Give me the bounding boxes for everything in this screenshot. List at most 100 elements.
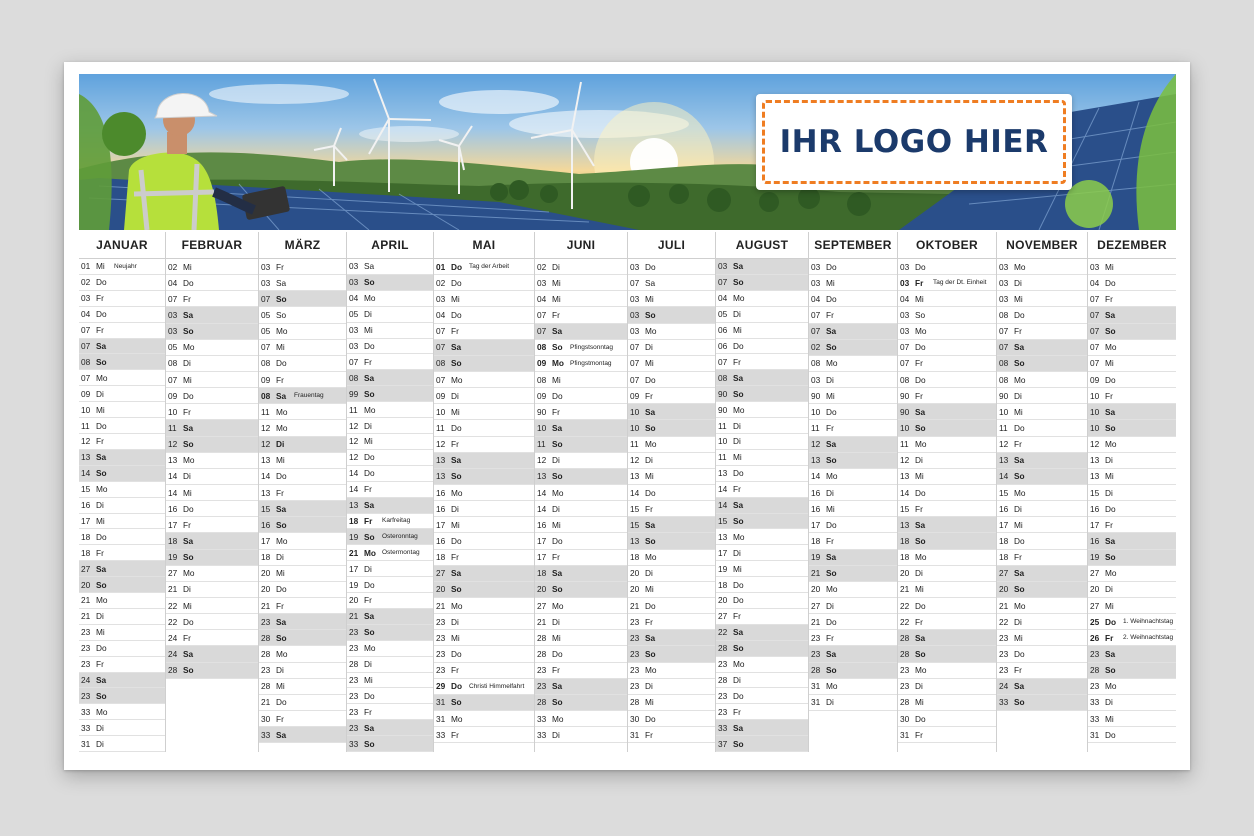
day-row: 12 Di: [628, 453, 715, 469]
day-number: 07: [811, 326, 821, 337]
weekday: Mi: [733, 452, 742, 463]
day-number: 21: [537, 616, 547, 627]
day-row: 01 Mi Neujahr: [79, 259, 165, 275]
day-row: 19 Do: [347, 577, 433, 594]
weekday: So: [276, 309, 287, 320]
day-row: 11 Sa: [166, 420, 258, 437]
day-number: 08: [537, 374, 547, 385]
day-number: 17: [168, 519, 178, 530]
weekday: Do: [1014, 648, 1025, 659]
day-number: 23: [999, 648, 1009, 659]
weekday: Mi: [96, 404, 105, 415]
day-number: 17: [436, 519, 446, 530]
day-row: 07 Do: [628, 372, 715, 389]
weekday: Mo: [645, 326, 657, 337]
weekday: Mi: [276, 342, 285, 353]
day-row: 18 Sa: [535, 565, 627, 582]
day-number: 02: [537, 261, 547, 272]
day-number: 14: [999, 471, 1009, 482]
day-number: 10: [811, 406, 821, 417]
day-row: 27 Sa: [997, 565, 1087, 582]
day-number: 28: [811, 665, 821, 676]
day-row: 10 So: [1088, 420, 1176, 437]
day-number: 18: [999, 552, 1009, 563]
weekday: Mo: [451, 374, 463, 385]
day-number: 07: [630, 358, 640, 369]
day-number: 07: [900, 342, 910, 353]
month-name: DEZEMBER: [1088, 232, 1176, 259]
weekday: So: [1105, 552, 1116, 563]
weekday: Sa: [733, 372, 744, 383]
day-number: 07: [81, 325, 91, 336]
day-number: 12: [537, 455, 547, 466]
weekday: Do: [451, 422, 462, 433]
day-number: 11: [811, 422, 820, 433]
weekday: So: [645, 535, 656, 546]
day-number: 01: [81, 261, 91, 272]
weekday: Di: [552, 503, 560, 514]
day-row: 18 So: [898, 533, 996, 550]
day-row: 23 Do: [434, 646, 534, 663]
weekday: Sa: [645, 406, 656, 417]
weekday: Mo: [364, 404, 376, 415]
day-number: 02: [168, 261, 178, 272]
weekday: Do: [276, 358, 287, 369]
holiday-label: Tag der Dt. Einheit: [933, 279, 987, 287]
day-number: 07: [999, 342, 1009, 353]
weekday: Mo: [364, 643, 376, 654]
weekday: So: [1014, 471, 1025, 482]
weekday: Do: [552, 648, 563, 659]
weekday: Do: [1014, 309, 1025, 320]
day-row: 27 Sa: [79, 561, 165, 578]
weekday: Sa: [826, 648, 837, 659]
weekday: Fr: [364, 356, 372, 367]
day-number: 16: [537, 519, 547, 530]
weekday: Di: [276, 439, 285, 450]
day-row: 03 Mi: [628, 291, 715, 308]
day-number: 23: [630, 681, 640, 692]
weekday: Fr: [915, 390, 923, 401]
weekday: Mi: [96, 261, 105, 272]
weekday: Mo: [826, 681, 838, 692]
day-row: 10 Sa: [628, 404, 715, 421]
month-column: MAI 01 Do Tag der Arbeit 02 Do 03 Mi 04 Do 07 Fr 07 S…: [434, 232, 535, 752]
day-number: 03: [349, 261, 359, 272]
day-row: 21 Fr: [259, 598, 346, 615]
weekday: Do: [451, 277, 462, 288]
day-row: 10 Di: [716, 434, 808, 450]
day-row: 90 Sa: [898, 404, 996, 421]
day-row: 04 Mi: [898, 291, 996, 308]
weekday: So: [276, 519, 287, 530]
month-name: MAI: [434, 232, 534, 259]
weekday: Mo: [733, 293, 745, 304]
day-number: 11: [999, 422, 1008, 433]
day-number: 10: [900, 422, 910, 433]
weekday: Mo: [276, 422, 288, 433]
day-row: 23 Fr: [347, 704, 433, 721]
weekday: Sa: [552, 568, 563, 579]
day-row: 12 So: [166, 436, 258, 453]
day-number: 33: [349, 738, 359, 749]
logo-placeholder[interactable]: IHR LOGO HIER: [756, 94, 1072, 190]
weekday: Mo: [915, 326, 927, 337]
day-number: 16: [81, 500, 91, 511]
day-row: 21 Di: [79, 609, 165, 625]
day-row: 07 Mo: [79, 370, 165, 387]
weekday: Di: [1105, 487, 1113, 498]
day-row: 18 Do: [716, 577, 808, 594]
weekday: So: [915, 309, 926, 320]
holiday-label: Pfingstsonntag: [570, 343, 614, 351]
weekday: Do: [733, 690, 744, 701]
weekday: So: [364, 738, 375, 749]
weekday: Di: [1014, 503, 1022, 514]
weekday: Sa: [183, 309, 194, 320]
day-row: 23 Fr: [809, 630, 897, 647]
day-number: 05: [261, 326, 271, 337]
day-number: 19: [718, 563, 728, 574]
day-number: 21: [81, 611, 91, 622]
day-row: 31 Di: [79, 736, 165, 753]
day-row: 28 Do: [535, 646, 627, 663]
day-number: 16: [1090, 503, 1100, 514]
weekday: Mi: [96, 515, 105, 526]
day-row: 16 Di: [997, 501, 1087, 518]
